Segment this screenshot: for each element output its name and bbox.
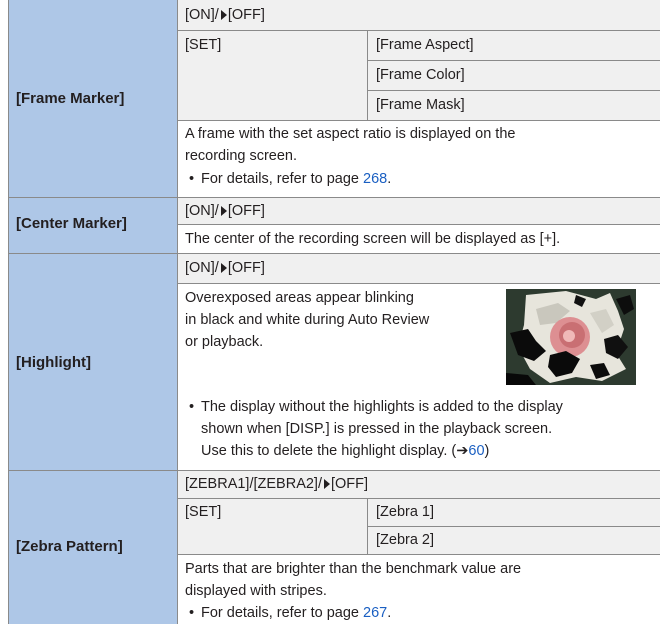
table-divider <box>177 0 178 624</box>
note-period: . <box>387 171 392 187</box>
setting-off-text: [OFF] <box>227 260 265 276</box>
table-divider <box>8 470 660 471</box>
highlight-description: Overexposed areas appear blinking <box>185 290 414 306</box>
table-divider <box>177 498 660 499</box>
settings-table: [Frame Marker] [ON]/ [OFF] [SET] [Frame A… <box>0 0 660 624</box>
zebra-setting: [ZEBRA1]/[ZEBRA2]/ [OFF] <box>185 474 368 494</box>
table-divider <box>367 90 660 91</box>
frame-marker-setting: [ON]/ [OFF] <box>185 5 265 25</box>
note-text: Use this to delete the highlight display… <box>201 443 457 459</box>
highlight-note: • The display without the highlights is a… <box>189 397 563 417</box>
zebra-description: Parts that are brighter than the benchma… <box>185 561 522 577</box>
highlight-note: shown when [DISP.] is pressed in the pla… <box>201 421 553 437</box>
setting-off-text: [OFF] <box>331 476 369 492</box>
note-text: For details, refer to page <box>201 605 359 621</box>
zebra-set-label: [SET] <box>185 504 222 520</box>
bullet: • <box>189 399 195 415</box>
setting-on-text: [ON]/ <box>185 203 219 219</box>
setting-off-text: [OFF] <box>227 203 265 219</box>
note-text: ) <box>484 443 490 459</box>
highlight-description: or playback. <box>185 334 264 350</box>
table-divider <box>8 0 9 624</box>
frame-marker-set-label: [SET] <box>185 37 222 53</box>
setting-on-text: [ON]/ <box>185 260 219 276</box>
table-divider <box>8 253 660 254</box>
zebra-1-option: [Zebra 1] <box>376 504 435 520</box>
center-marker-description: The center of the recording screen will … <box>185 231 561 247</box>
page-link[interactable]: 60 <box>468 443 484 459</box>
zebra-pattern-label: [Zebra Pattern] <box>16 538 123 555</box>
table-divider <box>367 30 368 120</box>
page-link[interactable]: 267 <box>363 605 387 621</box>
frame-marker-description: recording screen. <box>185 148 298 164</box>
table-divider <box>8 197 660 198</box>
highlight-setting: [ON]/ [OFF] <box>185 258 265 278</box>
frame-marker-label: [Frame Marker] <box>16 90 125 107</box>
frame-marker-note: • For details, refer to page 268. <box>189 169 391 189</box>
table-divider <box>177 554 660 555</box>
frame-marker-description: A frame with the set aspect ratio is dis… <box>185 126 516 142</box>
highlight-note: Use this to delete the highlight display… <box>201 441 489 461</box>
bullet: • <box>189 605 195 621</box>
note-period: . <box>387 605 392 621</box>
highlight-example-image <box>506 289 636 385</box>
default-marker-icon <box>220 206 227 216</box>
center-marker-setting: [ON]/ [OFF] <box>185 201 265 221</box>
table-divider <box>177 224 660 225</box>
frame-mask-option: [Frame Mask] <box>376 97 465 113</box>
bullet: • <box>189 171 195 187</box>
zebra-description: displayed with stripes. <box>185 583 327 599</box>
zebra-note: • For details, refer to page 267. <box>189 603 391 623</box>
note-text: The display without the highlights is ad… <box>201 399 563 415</box>
table-divider <box>177 120 660 121</box>
default-marker-icon <box>324 479 330 489</box>
frame-aspect-option: [Frame Aspect] <box>376 37 474 53</box>
table-divider <box>367 526 660 527</box>
table-divider <box>177 30 660 31</box>
center-marker-label: [Center Marker] <box>16 215 127 232</box>
frame-color-option: [Frame Color] <box>376 67 465 83</box>
setting-off-text: [OFF] <box>227 7 265 23</box>
default-marker-icon <box>220 263 227 273</box>
note-text: For details, refer to page <box>201 171 359 187</box>
setting-on-text: [ON]/ <box>185 7 219 23</box>
setting-on-text: [ZEBRA1]/[ZEBRA2]/ <box>185 476 322 492</box>
table-divider <box>367 60 660 61</box>
page-link[interactable]: 268 <box>363 171 387 187</box>
highlight-description: in black and white during Auto Review <box>185 312 430 328</box>
default-marker-icon <box>220 10 227 20</box>
table-divider <box>177 283 660 284</box>
highlight-label: [Highlight] <box>16 354 91 371</box>
zebra-2-option: [Zebra 2] <box>376 532 435 548</box>
page-reference-arrow-icon: ➔ <box>456 443 469 459</box>
